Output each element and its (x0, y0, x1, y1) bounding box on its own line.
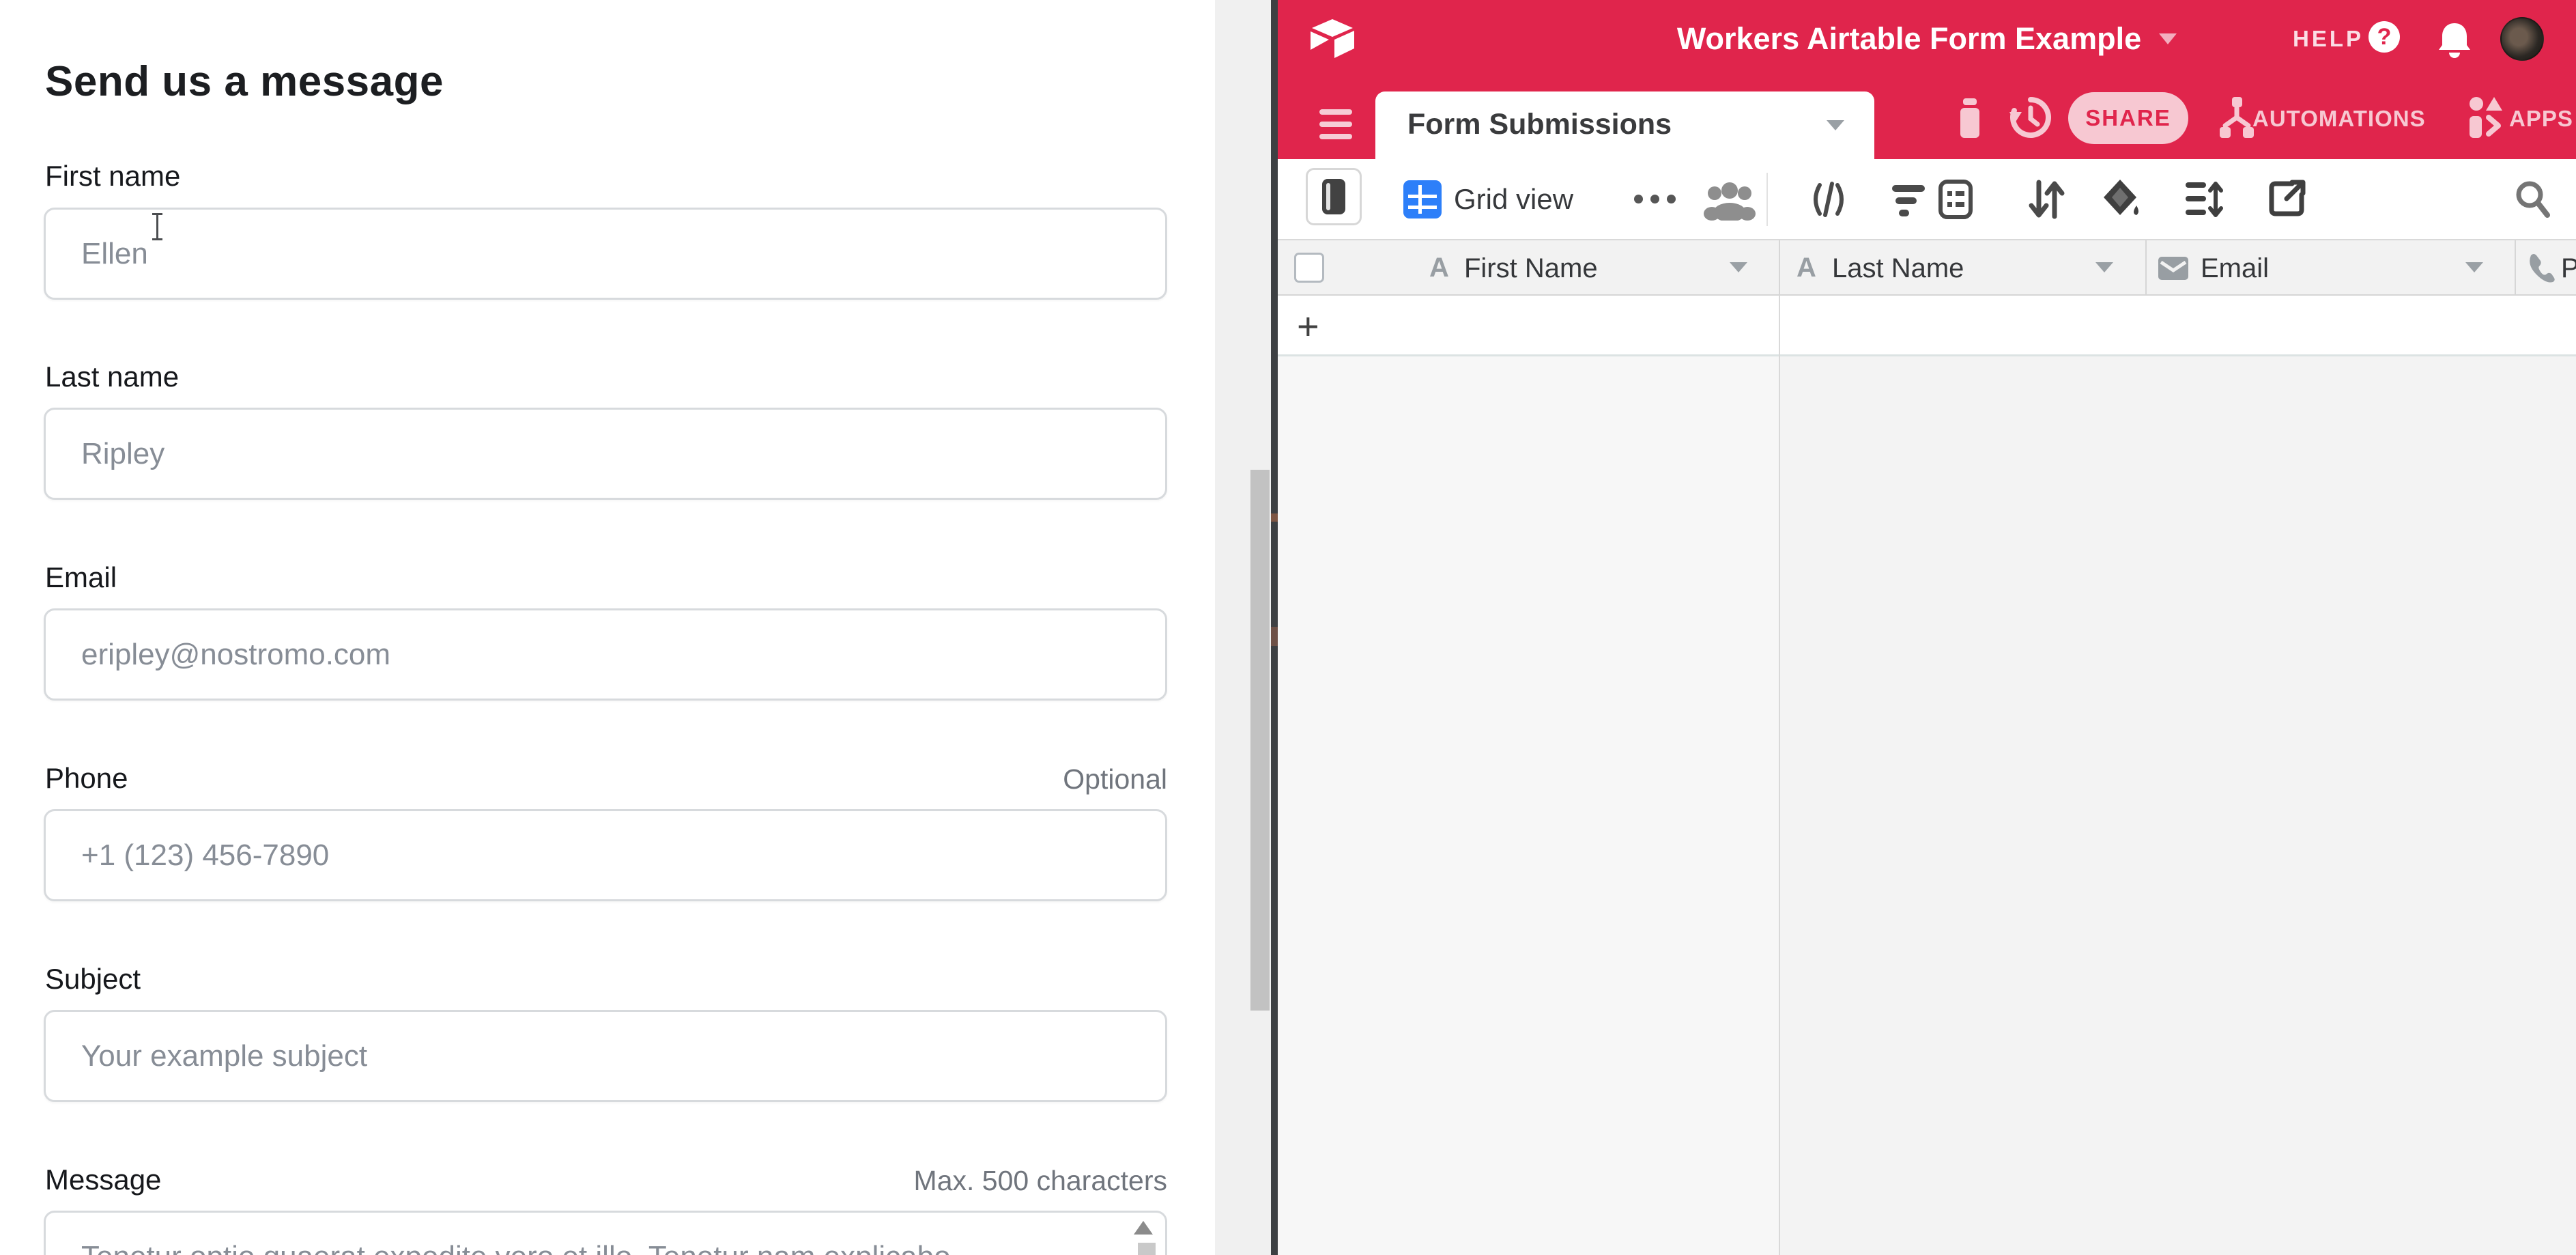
phone-value: +1 (123) 456-7890 (81, 838, 329, 873)
grid-view-icon (1403, 180, 1442, 218)
notifications-bell-icon[interactable] (2437, 22, 2472, 60)
divider-marker (1271, 627, 1278, 646)
subject-label: Subject (45, 963, 141, 996)
history-icon[interactable] (2009, 96, 2052, 139)
user-avatar[interactable] (2500, 17, 2544, 61)
text-field-type-icon: A (1797, 253, 1816, 283)
divider-marker (1271, 513, 1278, 522)
table-tab-label: Form Submissions (1407, 108, 1672, 141)
column-separator[interactable] (1779, 240, 1780, 296)
phone-input[interactable]: +1 (123) 456-7890 (44, 809, 1167, 901)
sidebar-panel-icon (1322, 179, 1345, 214)
column-separator[interactable] (2515, 240, 2516, 296)
select-all-checkbox[interactable] (1294, 253, 1324, 283)
automations-button[interactable]: AUTOMATIONS (2252, 106, 2426, 132)
contact-form-panel: Send us a message First name Ellen Last … (0, 0, 1215, 1255)
share-button[interactable]: SHARE (2068, 92, 2188, 144)
search-icon[interactable] (2515, 180, 2553, 219)
subject-input[interactable]: Your example subject (44, 1010, 1167, 1102)
chevron-down-icon[interactable] (1827, 120, 1844, 130)
message-value: Tenetur optio quaerat expedite vero et i… (81, 1240, 951, 1255)
column-header-first-name[interactable]: First Name (1464, 253, 1598, 284)
base-title[interactable]: Workers Airtable Form Example (1677, 21, 2141, 57)
email-value: eripley@nostromo.com (81, 638, 390, 672)
hide-fields-icon[interactable] (1810, 181, 1847, 218)
email-field-type-icon (2158, 257, 2188, 280)
email-label: Email (45, 561, 117, 594)
apps-button[interactable]: APPS (2509, 106, 2573, 132)
color-icon[interactable] (2102, 178, 2142, 221)
message-maxchars-note: Max. 500 characters (914, 1165, 1167, 1197)
message-textarea[interactable]: Tenetur optio quaerat expedite vero et i… (44, 1211, 1167, 1255)
last-name-input[interactable]: Ripley (44, 408, 1167, 500)
sort-icon[interactable] (2027, 180, 2065, 219)
share-button-label: SHARE (2085, 105, 2171, 131)
add-record-row[interactable]: + (1278, 296, 2576, 356)
group-icon[interactable] (1938, 180, 1973, 219)
trash-icon[interactable] (1954, 97, 1986, 139)
collaborators-icon[interactable] (1702, 182, 1757, 221)
share-view-icon[interactable] (2269, 180, 2307, 218)
subject-value: Your example subject (81, 1039, 367, 1073)
text-field-type-icon: A (1429, 253, 1449, 283)
email-input[interactable]: eripley@nostromo.com (44, 608, 1167, 701)
grid-empty-area (1780, 356, 2576, 1255)
help-circle-button[interactable]: ? (2369, 21, 2400, 53)
question-mark-icon: ? (2377, 24, 2392, 51)
view-name-button[interactable]: Grid view (1454, 183, 1573, 216)
grid-empty-area (1278, 356, 1779, 1255)
airtable-top-bars: Workers Airtable Form Example HELP ? For… (1278, 0, 2576, 159)
chevron-down-icon[interactable] (2465, 262, 2483, 272)
row-height-icon[interactable] (2186, 181, 2224, 218)
phone-label: Phone (45, 762, 128, 795)
phone-optional-note: Optional (1063, 763, 1167, 795)
chevron-down-icon[interactable] (2095, 262, 2113, 272)
screen: Send us a message First name Ellen Last … (0, 0, 2576, 1255)
column-header-phone[interactable]: Phone (2561, 253, 2576, 284)
first-name-value: Ellen (81, 237, 148, 271)
text-cursor-icon (152, 213, 162, 240)
column-header-last-name[interactable]: Last Name (1832, 253, 1964, 284)
frozen-column-divider (1779, 296, 1780, 1255)
apps-icon[interactable] (2468, 96, 2504, 139)
last-name-label: Last name (45, 361, 179, 393)
automations-icon[interactable] (2217, 96, 2257, 141)
view-sidebar-toggle-button[interactable] (1306, 168, 1362, 225)
column-header-email[interactable]: Email (2201, 253, 2269, 284)
last-name-value: Ripley (81, 437, 164, 471)
first-name-label: First name (45, 160, 180, 193)
table-tab-form-submissions[interactable]: Form Submissions (1375, 91, 1874, 159)
column-separator[interactable] (2145, 240, 2147, 296)
grid-header-row: A First Name A Last Name Email Phone (1278, 240, 2576, 296)
phone-field-type-icon (2527, 253, 2556, 283)
view-toolbar: Grid view (1278, 159, 2576, 240)
chevron-down-icon[interactable] (2159, 33, 2177, 44)
page-title: Send us a message (45, 57, 444, 106)
textarea-scroll-up-icon[interactable] (1134, 1221, 1153, 1235)
filter-icon[interactable] (1892, 184, 1928, 218)
menu-hamburger-icon[interactable] (1319, 109, 1352, 142)
chevron-down-icon[interactable] (1730, 262, 1747, 272)
page-scrollbar-thumb[interactable] (1250, 470, 1270, 1011)
textarea-scrollbar-thumb[interactable] (1138, 1243, 1156, 1255)
message-label: Message (45, 1164, 161, 1196)
help-button[interactable]: HELP (2293, 26, 2364, 52)
toolbar-divider (1766, 173, 1768, 226)
first-name-input[interactable]: Ellen (44, 208, 1167, 300)
airtable-panel: Workers Airtable Form Example HELP ? For… (1278, 0, 2576, 1255)
add-record-plus-icon[interactable]: + (1297, 304, 1319, 348)
more-options-icon[interactable] (1634, 195, 1695, 204)
